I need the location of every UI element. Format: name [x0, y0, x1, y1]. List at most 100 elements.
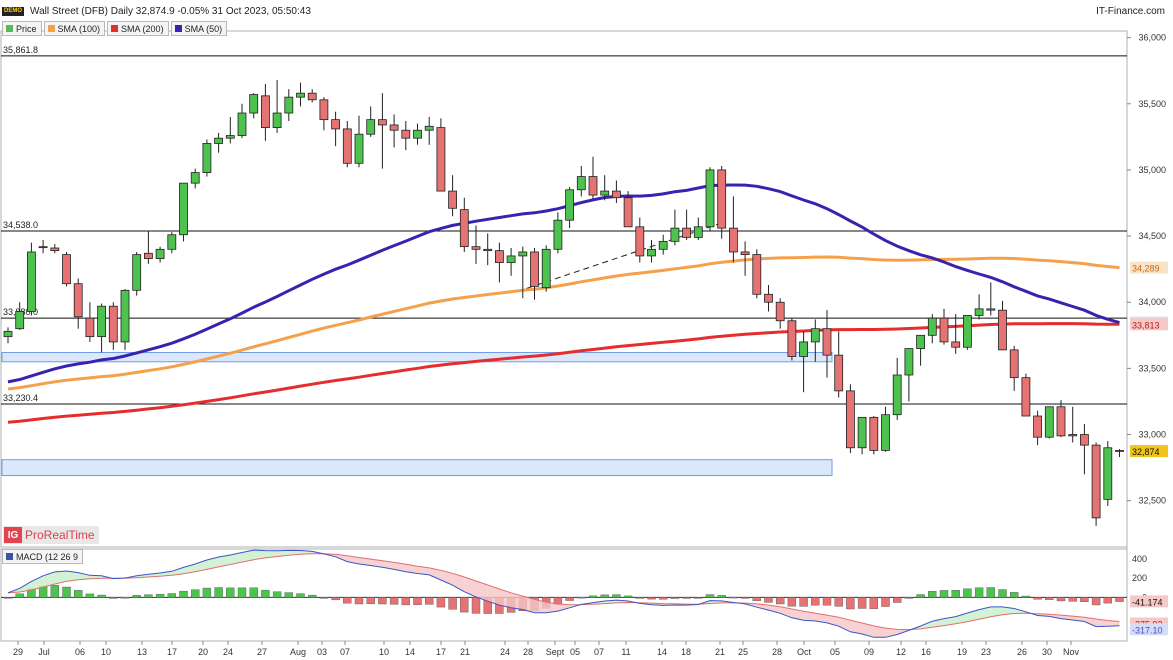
x-tick-label: 30 [1042, 647, 1052, 657]
macd-histogram-bar [1080, 597, 1089, 602]
macd-tick-label: 200 [1132, 573, 1147, 583]
x-tick-label: 29 [13, 647, 23, 657]
macd-histogram-bar [811, 597, 820, 606]
x-tick-label: Nov [1063, 647, 1080, 657]
candle-body [459, 209, 469, 248]
candle-body [927, 317, 937, 336]
x-tick-label: 25 [738, 647, 748, 657]
candle-body [120, 289, 130, 343]
legend-price[interactable]: Price [2, 21, 42, 36]
macd-histogram-bar [354, 597, 364, 605]
macd-histogram-bar [928, 591, 937, 598]
candle-body [483, 248, 493, 252]
macd-histogram-bar [319, 597, 329, 599]
candle-body [155, 248, 165, 259]
candle-body [413, 129, 422, 139]
macd-histogram-bar [261, 589, 270, 598]
macd-histogram-bar [296, 593, 305, 598]
macd-histogram-bar [1103, 597, 1113, 604]
candle-body [471, 246, 481, 250]
candle-body [881, 414, 890, 451]
macd-legend[interactable]: MACD (12 26 9 [2, 549, 84, 564]
candle-body [635, 226, 645, 257]
macd-histogram-bar [740, 597, 750, 599]
macd-histogram-bar [986, 587, 995, 598]
x-tick-label: 14 [657, 647, 667, 657]
macd-histogram-bar [635, 597, 644, 599]
macd-histogram-bar [1068, 597, 1077, 602]
candle-body [38, 246, 48, 249]
macd-histogram-bar [308, 594, 317, 598]
macd-tick-label: 400 [1132, 554, 1147, 564]
candle-body [143, 252, 153, 259]
candle-body [834, 354, 844, 392]
macd-histogram-bar [448, 597, 457, 610]
x-tick-label: 21 [715, 647, 725, 657]
macd-histogram-bar [951, 590, 960, 598]
sma100-tag: 34,289 [1132, 264, 1160, 274]
candle-body [916, 334, 925, 349]
candle-body [366, 119, 376, 135]
legend-sma200-label: SMA (200) [121, 23, 164, 34]
candle-body [846, 390, 855, 449]
candle-body [389, 124, 399, 131]
x-tick-label: 21 [460, 647, 470, 657]
x-tick-label: 17 [436, 647, 446, 657]
candle-body [974, 308, 984, 316]
x-tick-label: 10 [101, 647, 111, 657]
candle-body [15, 311, 25, 330]
macd-histogram-bar [963, 588, 972, 598]
macd-histogram-bar [776, 597, 785, 605]
legend-sma200[interactable]: SMA (200) [107, 21, 169, 36]
macd-histogram-bar [705, 594, 715, 598]
candle-body [1103, 447, 1113, 500]
candle-body [260, 95, 270, 128]
candle-body [225, 135, 235, 139]
ig-logo: IG [4, 527, 22, 543]
x-tick-label: Sept [546, 647, 565, 657]
legend-sma50[interactable]: SMA (50) [170, 21, 228, 36]
candle-body [693, 226, 703, 238]
x-tick-label: 28 [772, 647, 782, 657]
legend-sma100[interactable]: SMA (100) [43, 21, 106, 36]
candle-body [1009, 349, 1019, 379]
macd-histogram-bar [85, 593, 95, 598]
candle-body [588, 176, 598, 196]
candle-body [541, 248, 551, 289]
candle-body [822, 328, 832, 356]
macd-histogram-bar [179, 590, 188, 598]
x-tick-label: 26 [1017, 647, 1027, 657]
candle-body [190, 172, 200, 184]
macd-histogram-bar [600, 594, 609, 598]
x-tick-label: 24 [223, 647, 233, 657]
candle-body [576, 176, 586, 191]
macd-histogram-bar [343, 597, 352, 604]
candle-body [342, 128, 352, 164]
candle-body [518, 251, 528, 257]
candle-body [272, 112, 282, 128]
macd-histogram-bar [799, 597, 808, 607]
macd-histogram-bar [764, 597, 773, 603]
candle-body [904, 348, 914, 376]
macd-histogram-bar [120, 596, 130, 599]
candle-body [1080, 434, 1089, 446]
macd-histogram-bar [1045, 597, 1054, 600]
x-tick-label: 11 [621, 647, 630, 657]
x-tick-label: 05 [570, 647, 580, 657]
candle-body [799, 341, 808, 357]
candle-body [986, 308, 996, 311]
candle-body [682, 227, 691, 238]
candle-body [1091, 444, 1101, 519]
candle-body [132, 254, 142, 291]
macd-histogram-bar [729, 596, 738, 599]
x-tick-label: 03 [317, 647, 327, 657]
candle-body [214, 137, 224, 144]
candle-body [179, 182, 188, 236]
x-tick-label: 05 [830, 647, 840, 657]
candle-body [869, 416, 879, 451]
macd-histogram-bar [413, 597, 422, 605]
candle-body [424, 125, 434, 131]
sma200-tag: 33,813 [1132, 320, 1160, 330]
candle-body [401, 129, 411, 139]
candle-body [705, 169, 715, 228]
